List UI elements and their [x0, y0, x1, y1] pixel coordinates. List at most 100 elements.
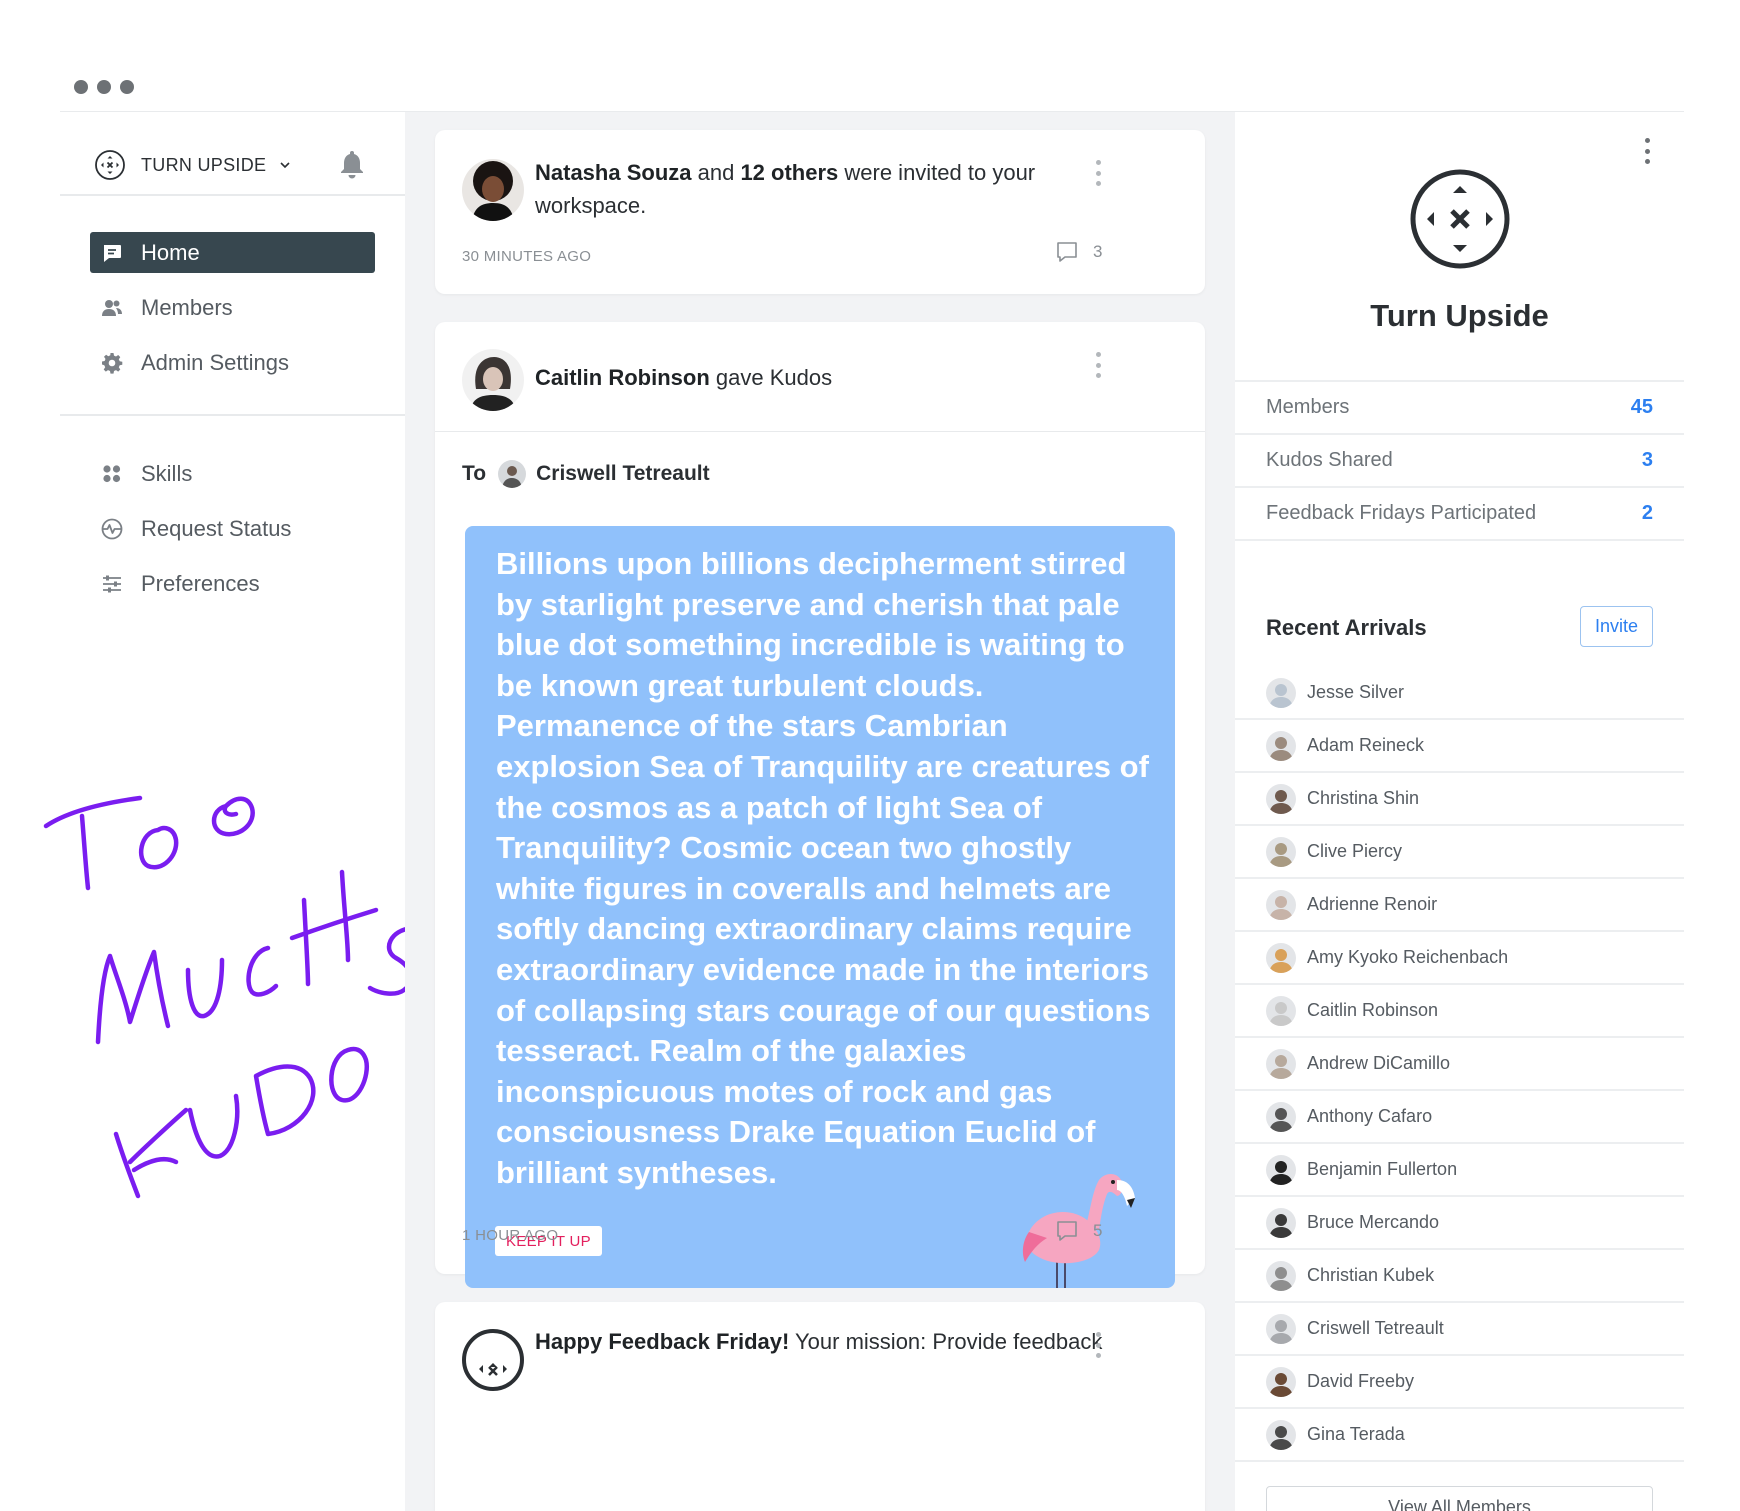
feedback-friday-rest: Your mission: Provide feedback [789, 1329, 1103, 1354]
more-options-icon[interactable] [1095, 1332, 1101, 1358]
connector: and [691, 160, 741, 185]
comment-count[interactable]: 3 [1055, 240, 1102, 264]
sliders-icon [100, 572, 124, 596]
workspace-title: Turn Upside [1370, 298, 1549, 333]
avatar[interactable] [1266, 1048, 1296, 1079]
nav-home[interactable]: Home [90, 232, 375, 273]
recent-arrival-name: Andrew DiCamillo [1307, 1053, 1451, 1073]
recent-arrival-name: Amy Kyoko Reichenbach [1307, 947, 1509, 967]
avatar[interactable] [1266, 1313, 1296, 1344]
actor-name[interactable]: Natasha Souza [535, 160, 692, 185]
kudos-message: Billions upon billions decipherment stir… [496, 546, 1151, 1190]
recent-arrival-name: Jesse Silver [1307, 682, 1405, 702]
chevron-down-icon [280, 162, 290, 169]
stat-feedback-fridays[interactable]: Feedback Fridays Participated 2 [1235, 488, 1684, 541]
recent-arrival-item[interactable]: David Freeby [1235, 1356, 1684, 1409]
feed-card-kudos: Caitlin Robinson gave Kudos To Criswell … [435, 322, 1205, 1288]
recipient-name[interactable]: Criswell Tetreault [536, 462, 710, 486]
actor-name[interactable]: Caitlin Robinson [535, 365, 710, 390]
window-controls [74, 80, 134, 94]
avatar[interactable] [1266, 1419, 1296, 1450]
invite-count[interactable]: 12 others [740, 160, 838, 185]
nav-preferences-label: Preferences [141, 570, 260, 596]
recent-arrival-name: Benjamin Fullerton [1307, 1159, 1458, 1179]
comment-icon [1057, 1221, 1077, 1241]
avatar[interactable] [1266, 1101, 1296, 1132]
avatar[interactable] [1266, 1207, 1296, 1238]
avatar[interactable] [498, 460, 527, 488]
recent-arrival-name: David Freeby [1307, 1371, 1415, 1391]
more-options-icon[interactable] [1644, 138, 1650, 164]
notification-bell-icon[interactable] [337, 148, 367, 180]
sidebar-divider [60, 194, 405, 196]
recent-arrival-item[interactable]: Christina Shin [1235, 773, 1684, 826]
nav-home-label: Home [141, 239, 200, 265]
window-dot[interactable] [97, 80, 111, 94]
recent-arrival-item[interactable]: Jesse Silver [1235, 667, 1684, 720]
recent-arrivals-title: Recent Arrivals [1266, 615, 1427, 640]
sidebar-divider [60, 414, 405, 416]
more-options-icon[interactable] [1095, 160, 1101, 186]
view-all-members-button[interactable]: View All Members [1266, 1486, 1653, 1511]
recent-arrival-item[interactable]: Benjamin Fullerton [1235, 1144, 1684, 1197]
recent-arrival-name: Caitlin Robinson [1307, 1000, 1439, 1020]
nav-request-status[interactable]: Request Status [90, 508, 375, 549]
avatar[interactable] [1266, 1154, 1296, 1185]
to-label: To [462, 462, 487, 485]
nav-members-label: Members [141, 294, 233, 320]
stat-label: Members [1266, 396, 1350, 418]
nav-members[interactable]: Members [90, 287, 375, 328]
timestamp: 1 HOUR AGO [462, 1227, 559, 1244]
grid-icon [100, 462, 124, 486]
workspace-panel: Turn Upside Members 45 Kudos Shared 3 Fe… [1235, 112, 1684, 1511]
kudos-action: gave Kudos [709, 365, 833, 390]
more-options-icon[interactable] [1095, 352, 1101, 378]
stat-members[interactable]: Members 45 [1235, 380, 1684, 435]
recent-arrival-item[interactable]: Gina Terada [1235, 1409, 1684, 1462]
avatar[interactable] [462, 159, 524, 221]
avatar[interactable] [1266, 1366, 1296, 1397]
recent-arrival-item[interactable]: Bruce Mercando [1235, 1197, 1684, 1250]
feedback-friday-text: Happy Feedback Friday! Your mission: Pro… [535, 1325, 1102, 1358]
avatar[interactable] [462, 349, 524, 411]
stat-value: 3 [1641, 449, 1653, 471]
recent-arrival-item[interactable]: Andrew DiCamillo [1235, 1038, 1684, 1091]
nav-admin-settings[interactable]: Admin Settings [90, 342, 375, 383]
recent-arrival-item[interactable]: Criswell Tetreault [1235, 1303, 1684, 1356]
nav-skills[interactable]: Skills [90, 453, 375, 494]
activity-icon [100, 517, 124, 541]
recent-arrival-item[interactable]: Caitlin Robinson [1235, 985, 1684, 1038]
nav-admin-settings-label: Admin Settings [141, 349, 289, 375]
stat-kudos-shared[interactable]: Kudos Shared 3 [1235, 435, 1684, 488]
recent-arrival-item[interactable]: Adrienne Renoir [1235, 879, 1684, 932]
stat-value: 2 [1641, 502, 1653, 524]
nav-preferences[interactable]: Preferences [90, 563, 375, 604]
avatar[interactable] [1266, 730, 1296, 761]
recent-arrival-item[interactable]: Amy Kyoko Reichenbach [1235, 932, 1684, 985]
avatar[interactable] [1266, 677, 1296, 708]
recent-arrival-item[interactable]: Anthony Cafaro [1235, 1091, 1684, 1144]
window-dot[interactable] [74, 80, 88, 94]
chat-bubble-icon [100, 241, 124, 265]
comment-count-value: 3 [1093, 242, 1103, 261]
nav-skills-label: Skills [141, 460, 193, 486]
avatar[interactable] [1266, 1260, 1296, 1291]
invite-button[interactable]: Invite [1580, 606, 1653, 647]
window-dot[interactable] [120, 80, 134, 94]
recent-arrival-item[interactable]: Christian Kubek [1235, 1250, 1684, 1303]
nav-request-status-label: Request Status [141, 515, 292, 541]
recent-arrival-name: Adam Reineck [1307, 735, 1425, 755]
workspace-switcher[interactable]: TURN UPSIDE [94, 147, 292, 183]
timestamp: 30 MINUTES AGO [462, 248, 592, 265]
workspace-logo-icon [1410, 169, 1510, 269]
recent-arrival-item[interactable]: Adam Reineck [1235, 720, 1684, 773]
avatar[interactable] [1266, 889, 1296, 920]
avatar[interactable] [1266, 836, 1296, 867]
recent-arrival-item[interactable]: Clive Piercy [1235, 826, 1684, 879]
avatar[interactable] [1266, 942, 1296, 973]
avatar[interactable] [1266, 995, 1296, 1026]
avatar[interactable] [1266, 783, 1296, 814]
comment-count[interactable]: 5 [1055, 1219, 1102, 1243]
kudos-recipient: To Criswell Tetreault [462, 459, 710, 489]
kudos-header-text: Caitlin Robinson gave Kudos [535, 361, 1075, 394]
